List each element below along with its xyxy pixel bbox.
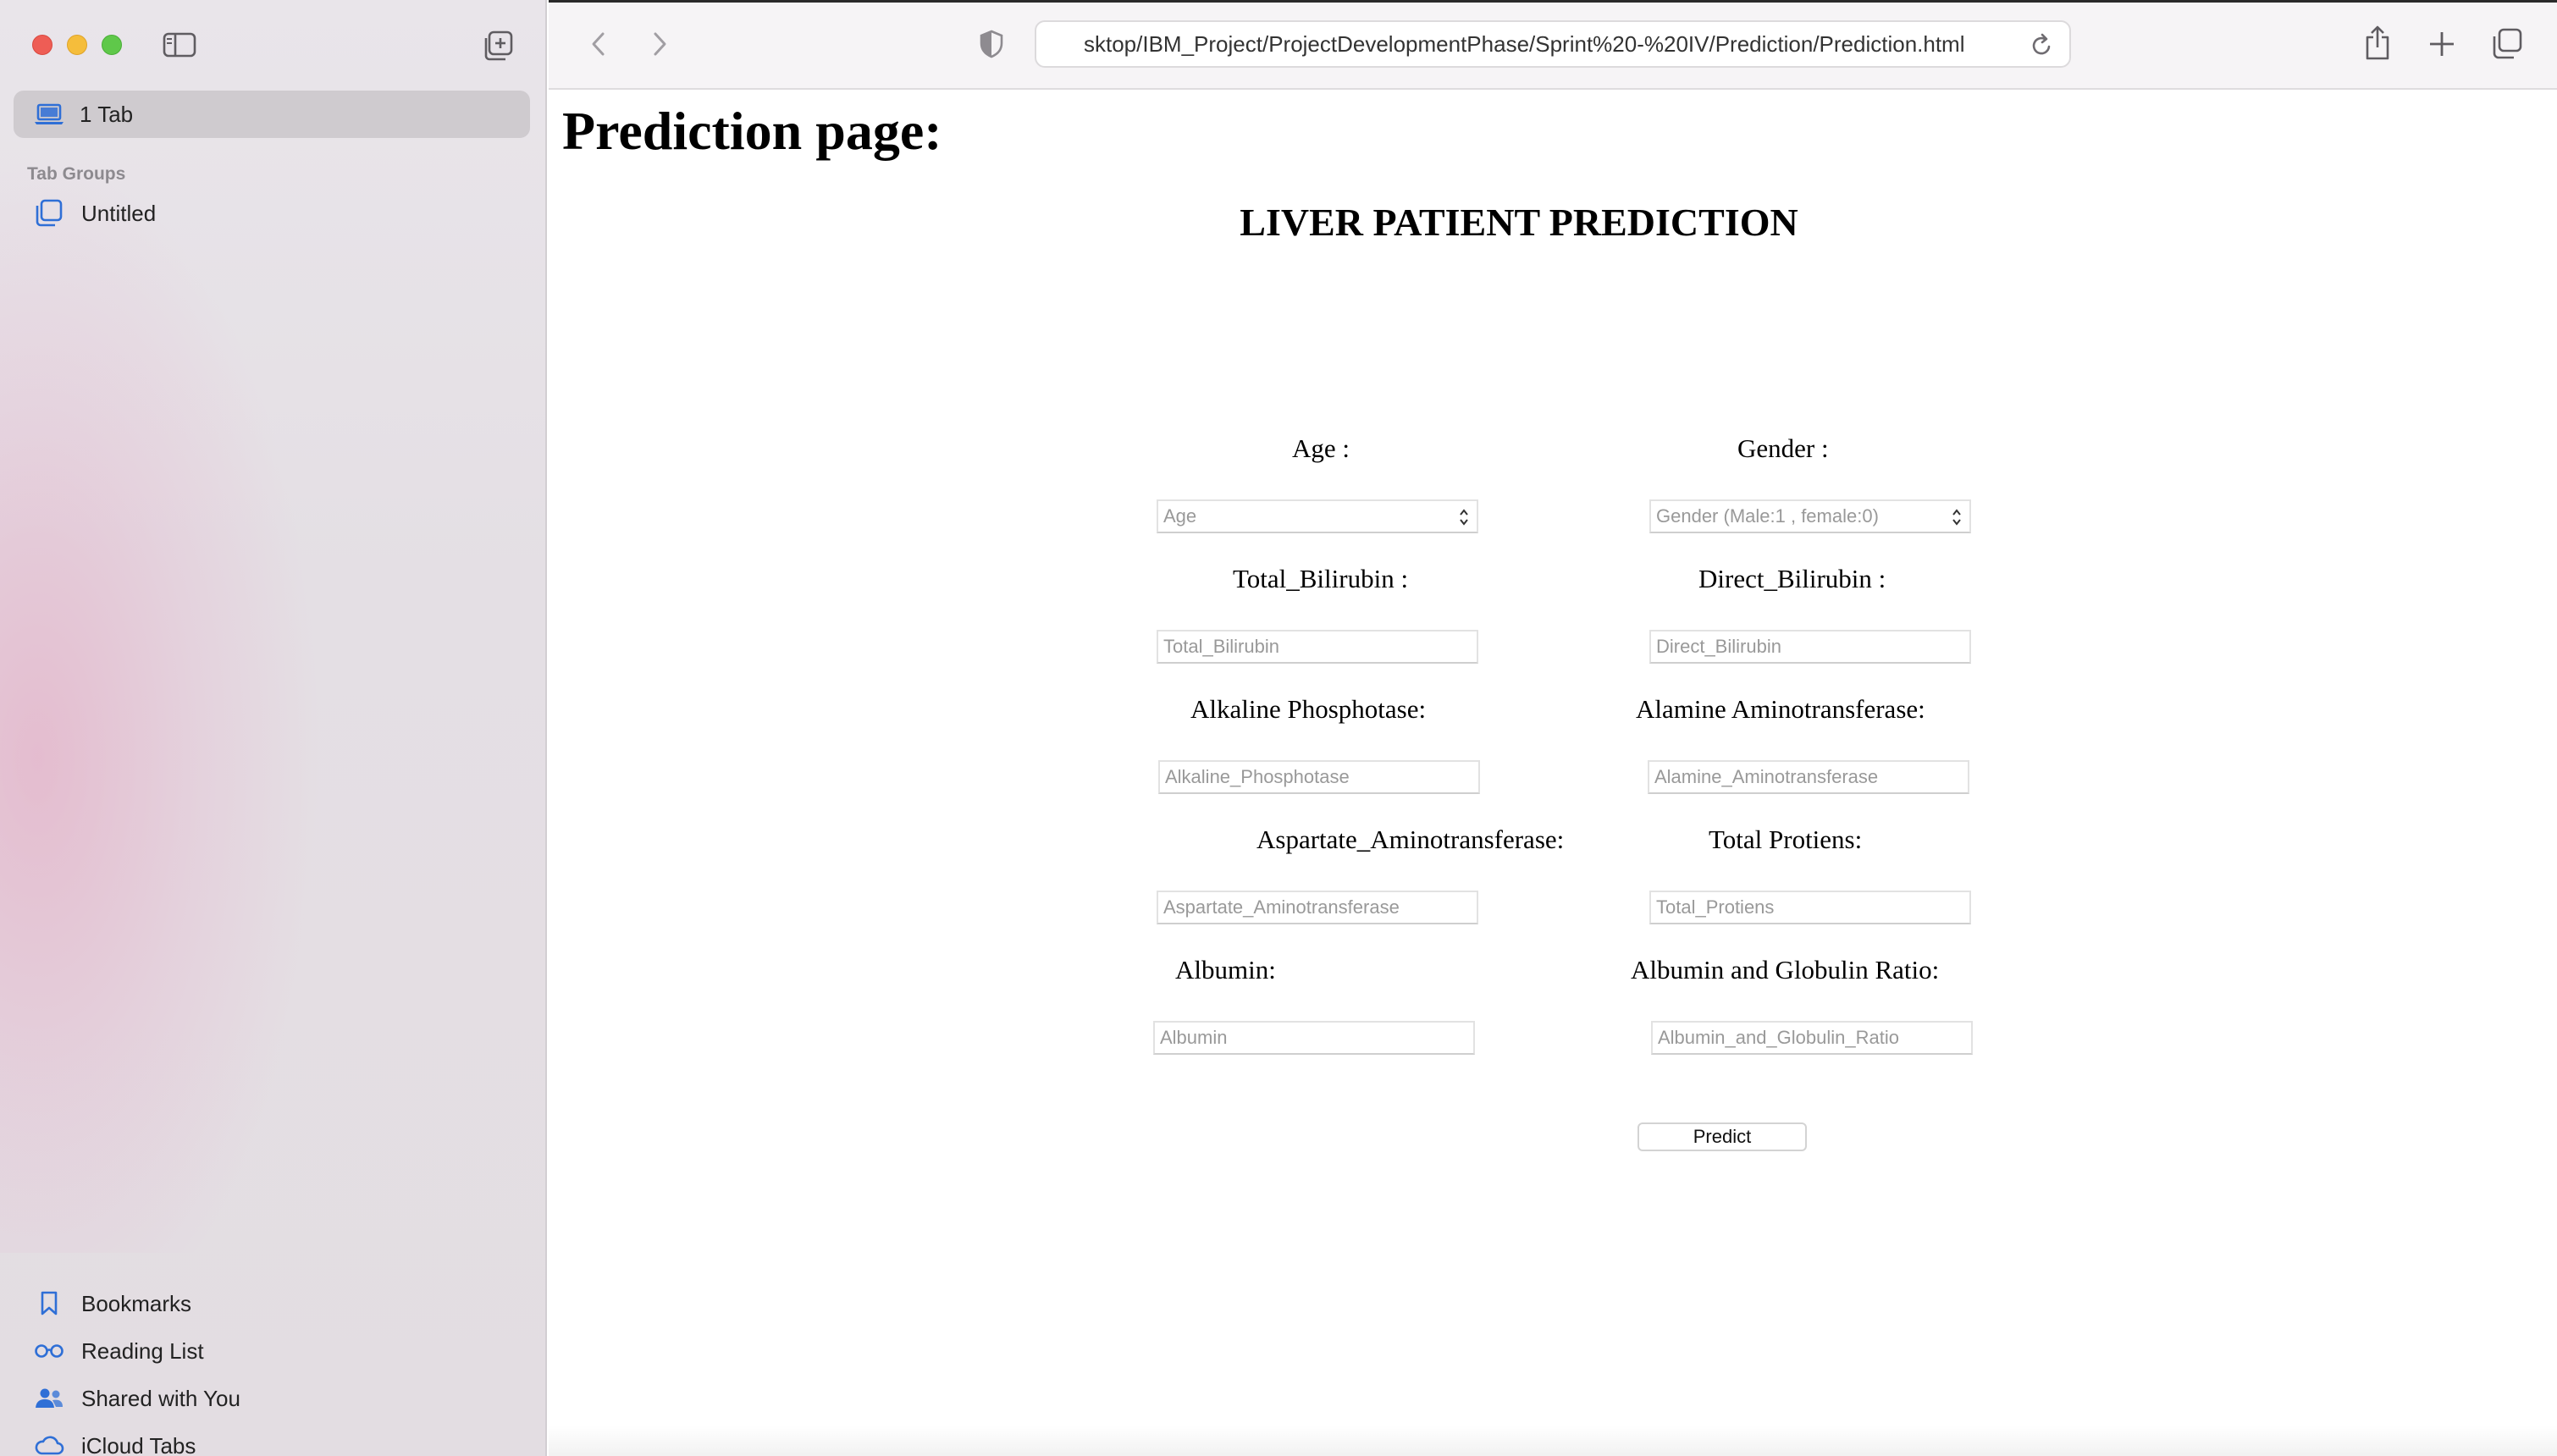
total-bilirubin-input[interactable]: Total_Bilirubin [1157,630,1478,664]
tab-overview-icon[interactable] [2489,27,2523,61]
number-stepper-icon[interactable] [1458,505,1470,530]
albumin-placeholder: Albumin [1160,1027,1228,1048]
sidebar-toggle-icon[interactable] [163,32,196,58]
aspartate-aminotransferase-input[interactable]: Aspartate_Aminotransferase [1157,891,1478,924]
sidebar-background-glow [0,152,322,1253]
sidebar-item-label: Reading List [81,1337,204,1364]
people-icon [34,1385,64,1412]
sidebar: 1 Tab Tab Groups Untitled Bookmarks Read… [0,0,547,1456]
albumin-input[interactable]: Albumin [1153,1021,1475,1055]
alkaline-phosphotase-label: Alkaline Phosphotase: [1190,694,1427,724]
page-heading: LIVER PATIENT PREDICTION [549,200,2557,245]
direct-bilirubin-label: Direct_Bilirubin : [1698,564,1886,593]
tab-groups-heading: Tab Groups [27,164,126,184]
total-bilirubin-label: Total_Bilirubin : [1233,564,1409,593]
back-arrow-icon[interactable] [586,29,613,59]
reload-icon[interactable] [2030,32,2054,58]
sidebar-item-reading-list[interactable]: Reading List [34,1327,240,1375]
direct-bilirubin-placeholder: Direct_Bilirubin [1656,636,1781,657]
number-stepper-icon[interactable] [1951,505,1963,530]
sidebar-item-tabs[interactable]: 1 Tab [14,91,530,138]
sidebar-item-icloud-tabs[interactable]: iCloud Tabs [34,1422,240,1456]
minimize-window-button[interactable] [67,35,87,55]
close-window-button[interactable] [32,35,52,55]
predict-button[interactable]: Predict [1637,1122,1807,1151]
aspartate-aminotransferase-placeholder: Aspartate_Aminotransferase [1163,896,1400,918]
browser-toolbar: sktop/IBM_Project/ProjectDevelopmentPhas… [549,0,2557,90]
albumin-label: Albumin: [1175,955,1276,984]
gender-label: Gender : [1737,433,1829,463]
alamine-aminotransferase-label: Alamine Aminotransferase: [1636,694,1925,724]
albumin-globulin-ratio-label: Albumin and Globulin Ratio: [1631,955,1940,984]
direct-bilirubin-input[interactable]: Direct_Bilirubin [1649,630,1971,664]
total-protiens-label: Total Protiens: [1709,825,1863,854]
sidebar-item-label: iCloud Tabs [81,1432,196,1456]
sidebar-item-label: Bookmarks [81,1290,192,1316]
cloud-icon [34,1432,64,1456]
total-protiens-input[interactable]: Total_Protiens [1649,891,1971,924]
sidebar-item-label: 1 Tab [80,101,134,127]
laptop-icon [34,102,64,126]
alkaline-phosphotase-input[interactable]: Alkaline_Phosphotase [1158,760,1480,794]
window-controls [32,35,122,55]
web-page-content: Prediction page: LIVER PATIENT PREDICTIO… [549,91,2557,1456]
zoom-window-button[interactable] [102,35,122,55]
sidebar-item-label: Shared with You [81,1385,240,1411]
tab-group-icon [34,198,64,229]
new-tab-plus-icon[interactable] [2428,29,2455,59]
age-input[interactable]: Age [1157,499,1478,533]
total-protiens-placeholder: Total_Protiens [1656,896,1775,918]
glasses-icon [34,1337,64,1365]
sidebar-bottom-links: Bookmarks Reading List Shared with You i… [34,1280,240,1456]
page-heading-text: LIVER PATIENT PREDICTION [1240,201,1798,244]
privacy-shield-icon[interactable] [979,29,1004,59]
aspartate-aminotransferase-label: Aspartate_Aminotransferase: [1256,825,1565,854]
address-bar[interactable]: sktop/IBM_Project/ProjectDevelopmentPhas… [1035,20,2071,68]
albumin-globulin-ratio-placeholder: Albumin_and_Globulin_Ratio [1658,1027,1899,1048]
alamine-aminotransferase-placeholder: Alamine_Aminotransferase [1654,766,1879,787]
alamine-aminotransferase-input[interactable]: Alamine_Aminotransferase [1648,760,1969,794]
gender-input-placeholder: Gender (Male:1 , female:0) [1656,505,1879,527]
total-bilirubin-placeholder: Total_Bilirubin [1163,636,1279,657]
page-title: Prediction page: [562,101,942,161]
alkaline-phosphotase-placeholder: Alkaline_Phosphotase [1165,766,1350,787]
share-icon[interactable] [2364,25,2391,61]
sidebar-item-untitled-group[interactable]: Untitled [34,198,156,229]
sidebar-item-shared-with-you[interactable]: Shared with You [34,1375,240,1422]
toolbar-top-edge [549,0,2557,3]
gender-input[interactable]: Gender (Male:1 , female:0) [1649,499,1971,533]
new-tab-group-icon[interactable] [483,30,513,61]
age-input-placeholder: Age [1163,505,1197,527]
sidebar-item-bookmarks[interactable]: Bookmarks [34,1280,240,1327]
forward-arrow-icon[interactable] [645,29,672,59]
albumin-globulin-ratio-input[interactable]: Albumin_and_Globulin_Ratio [1651,1021,1973,1055]
age-label: Age : [1292,433,1350,463]
page-bottom-fade [549,1426,2557,1456]
address-bar-url[interactable]: sktop/IBM_Project/ProjectDevelopmentPhas… [1084,31,2015,58]
bookmark-icon [34,1290,64,1317]
sidebar-item-label: Untitled [81,200,157,226]
